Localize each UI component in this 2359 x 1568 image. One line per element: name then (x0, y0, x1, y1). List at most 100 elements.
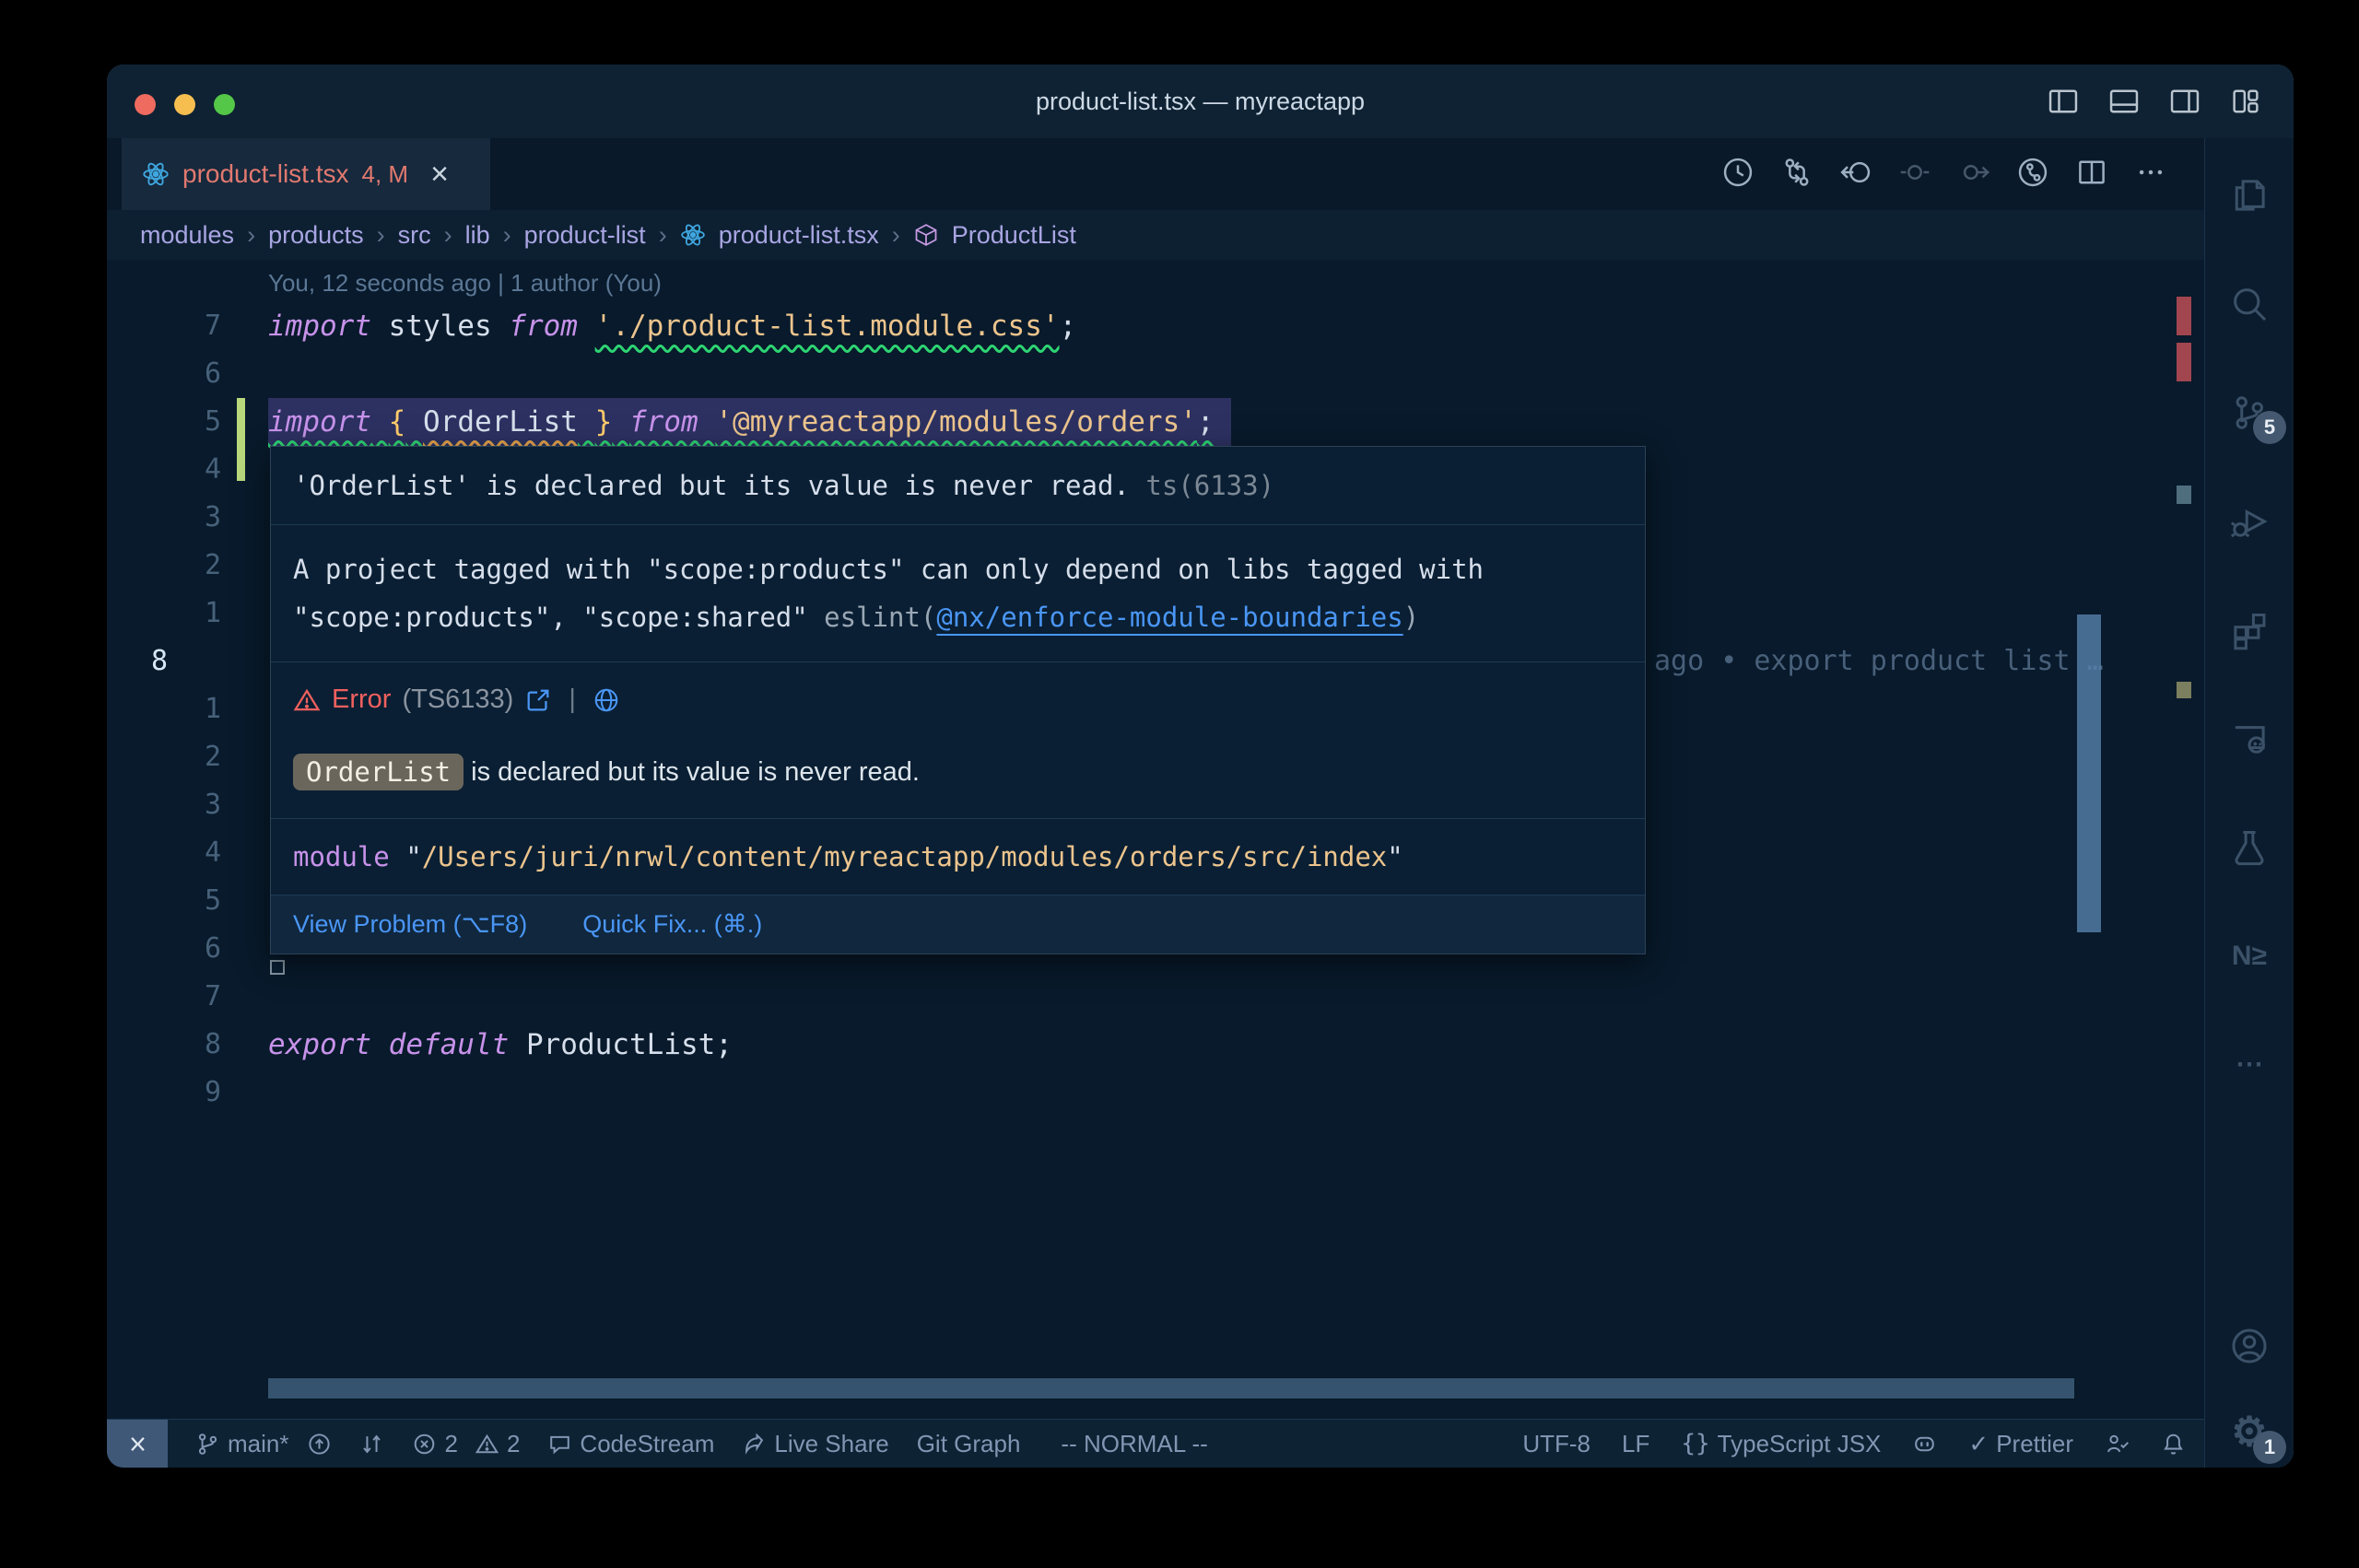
remote-icon (125, 1432, 150, 1457)
braces-icon: {} (1681, 1430, 1709, 1457)
remote-indicator[interactable] (107, 1420, 168, 1468)
symbol-chip: OrderList (293, 754, 464, 790)
breadcrumb-lib[interactable]: lib (465, 221, 490, 250)
breadcrumb-symbol[interactable]: ProductList (952, 221, 1076, 250)
git-actions-status[interactable] (359, 1432, 384, 1457)
more-actions-icon[interactable] (2134, 156, 2167, 193)
breadcrumb: modules › products › src › lib › product… (107, 210, 2204, 260)
codestream-status[interactable]: CodeStream (547, 1430, 714, 1458)
encoding-status[interactable]: UTF-8 (1522, 1430, 1590, 1458)
breadcrumb-file[interactable]: product-list.tsx (719, 221, 879, 250)
quick-fix-button[interactable]: Quick Fix... (⌘.) (582, 910, 762, 939)
git-branch-status[interactable]: main* (195, 1430, 332, 1458)
copilot-status[interactable] (1912, 1432, 1937, 1457)
tooltip-actions-row: View Problem (⌥F8) Quick Fix... (⌘.) (271, 895, 1645, 954)
status-bar: main* 2 2 CodeStream L (107, 1419, 2204, 1468)
nx-console-icon[interactable]: N≥ (2229, 936, 2270, 977)
code-editor[interactable]: You, 12 seconds ago | 1 author (You) 765… (107, 260, 2204, 1419)
run-debug-icon[interactable] (2229, 501, 2270, 542)
navigate-back-icon[interactable] (1839, 156, 1872, 193)
tab-problem-badge: 4, M (362, 160, 409, 189)
accounts-icon[interactable] (2229, 1326, 2270, 1366)
breadcrumb-src[interactable]: src (398, 221, 431, 250)
split-editor-icon[interactable] (2075, 156, 2108, 193)
modified-lines-indicator (237, 398, 245, 481)
module-path-row: module "/Users/juri/nrwl/content/myreact… (271, 819, 1645, 895)
horizontal-scrollbar[interactable] (268, 1378, 2074, 1398)
minimap-slider[interactable] (2077, 614, 2101, 932)
open-external-icon[interactable] (524, 686, 552, 714)
person-feedback-icon (2105, 1432, 2130, 1457)
language-mode-status[interactable]: {} TypeScript JSX (1681, 1430, 1881, 1458)
code-line-import-styles: import styles from './product-list.modul… (268, 302, 1076, 350)
error-source-tag: ts(6133) (1145, 470, 1274, 501)
vscode-window: product-list.tsx — myreactapp (107, 64, 2294, 1468)
tooltip-resize-handle[interactable] (270, 960, 285, 975)
react-icon (680, 222, 706, 248)
code-line-export-default: export default ProductList; (268, 1021, 733, 1069)
share-icon (742, 1432, 767, 1457)
git-blame-annotation: You, 12 seconds ago | 1 author (You) (268, 267, 662, 298)
toggle-panel-icon[interactable] (2107, 85, 2141, 123)
warning-triangle-icon (293, 686, 321, 714)
git-compare-icon[interactable] (1780, 156, 1813, 193)
close-tab-icon[interactable]: × (430, 158, 449, 190)
publish-changes-icon[interactable] (307, 1432, 332, 1457)
git-branch-icon (195, 1432, 220, 1457)
code-line-import-orderlist: import { OrderList } from '@myreactapp/m… (268, 398, 1231, 446)
warning-triangle-icon (475, 1432, 499, 1457)
overview-ruler-info-mark (2177, 486, 2191, 504)
overview-ruler-error-mark (2177, 297, 2191, 335)
notifications-status[interactable] (2161, 1432, 2186, 1457)
search-icon[interactable] (2229, 284, 2270, 324)
error-circle-icon (412, 1432, 437, 1457)
git-graph-status[interactable]: Git Graph (917, 1430, 1021, 1458)
editor-actions (1721, 138, 2167, 210)
overview-ruler-error-mark (2177, 343, 2191, 381)
source-control-badge: 5 (2253, 411, 2286, 444)
navigate-forward-icon[interactable] (1957, 156, 1990, 193)
eslint-rule-row: A project tagged with "scope:products" c… (271, 525, 1645, 662)
codestream-icon[interactable] (2229, 719, 2270, 759)
circle-slash-icon[interactable] (1898, 156, 1931, 193)
additional-views-icon[interactable]: ⋯ (2229, 1045, 2270, 1085)
copilot-icon (1912, 1432, 1937, 1457)
problems-status[interactable]: 2 2 (412, 1430, 520, 1458)
tooltip-title-row: 'OrderList' is declared but its value is… (271, 447, 1645, 525)
eol-status[interactable]: LF (1622, 1430, 1649, 1458)
toggle-primary-sidebar-icon[interactable] (2047, 85, 2080, 123)
module-path: /Users/juri/nrwl/content/myreactapp/modu… (422, 841, 1388, 872)
customize-layout-icon[interactable] (2229, 85, 2262, 123)
titlebar: product-list.tsx — myreactapp (107, 64, 2294, 138)
breadcrumb-product-list[interactable]: product-list (524, 221, 646, 250)
comment-icon (547, 1432, 572, 1457)
error-hover-tooltip: 'OrderList' is declared but its value is… (270, 446, 1646, 954)
live-share-status[interactable]: Live Share (742, 1430, 888, 1458)
git-sync-icon (359, 1432, 384, 1457)
settings-badge: 1 (2253, 1431, 2286, 1464)
extensions-icon[interactable] (2229, 610, 2270, 650)
explorer-icon[interactable] (2229, 175, 2270, 216)
prettier-status[interactable]: ✓ Prettier (1968, 1430, 2073, 1458)
toggle-secondary-sidebar-icon[interactable] (2168, 85, 2201, 123)
breadcrumb-products[interactable]: products (268, 221, 364, 250)
eslint-rule-link[interactable]: @nx/enforce-module-boundaries (936, 602, 1402, 633)
error-detail-row: Error(TS6133) | OrderList is declared bu… (271, 662, 1645, 819)
window-title: product-list.tsx — myreactapp (107, 64, 2294, 138)
settings-gear-icon[interactable]: ⚙ 1 (2229, 1412, 2270, 1453)
source-control-icon[interactable]: 5 (2229, 392, 2270, 433)
error-severity-label: Error (332, 685, 391, 715)
bell-icon (2161, 1432, 2186, 1457)
timeline-history-icon[interactable] (1721, 156, 1755, 193)
inline-blame-annotation: ago • export product list … (1654, 638, 2104, 685)
feedback-status[interactable] (2105, 1432, 2130, 1457)
testing-beaker-icon[interactable] (2229, 827, 2270, 868)
vim-mode-indicator: -- NORMAL -- (1061, 1430, 1207, 1458)
breadcrumb-modules[interactable]: modules (140, 221, 234, 250)
symbol-cube-icon (913, 222, 939, 248)
tab-product-list[interactable]: product-list.tsx 4, M × (122, 138, 490, 210)
git-graph-circle-icon[interactable] (2016, 156, 2049, 193)
globe-icon[interactable] (593, 686, 620, 714)
react-icon (142, 160, 170, 188)
view-problem-button[interactable]: View Problem (⌥F8) (293, 910, 527, 939)
